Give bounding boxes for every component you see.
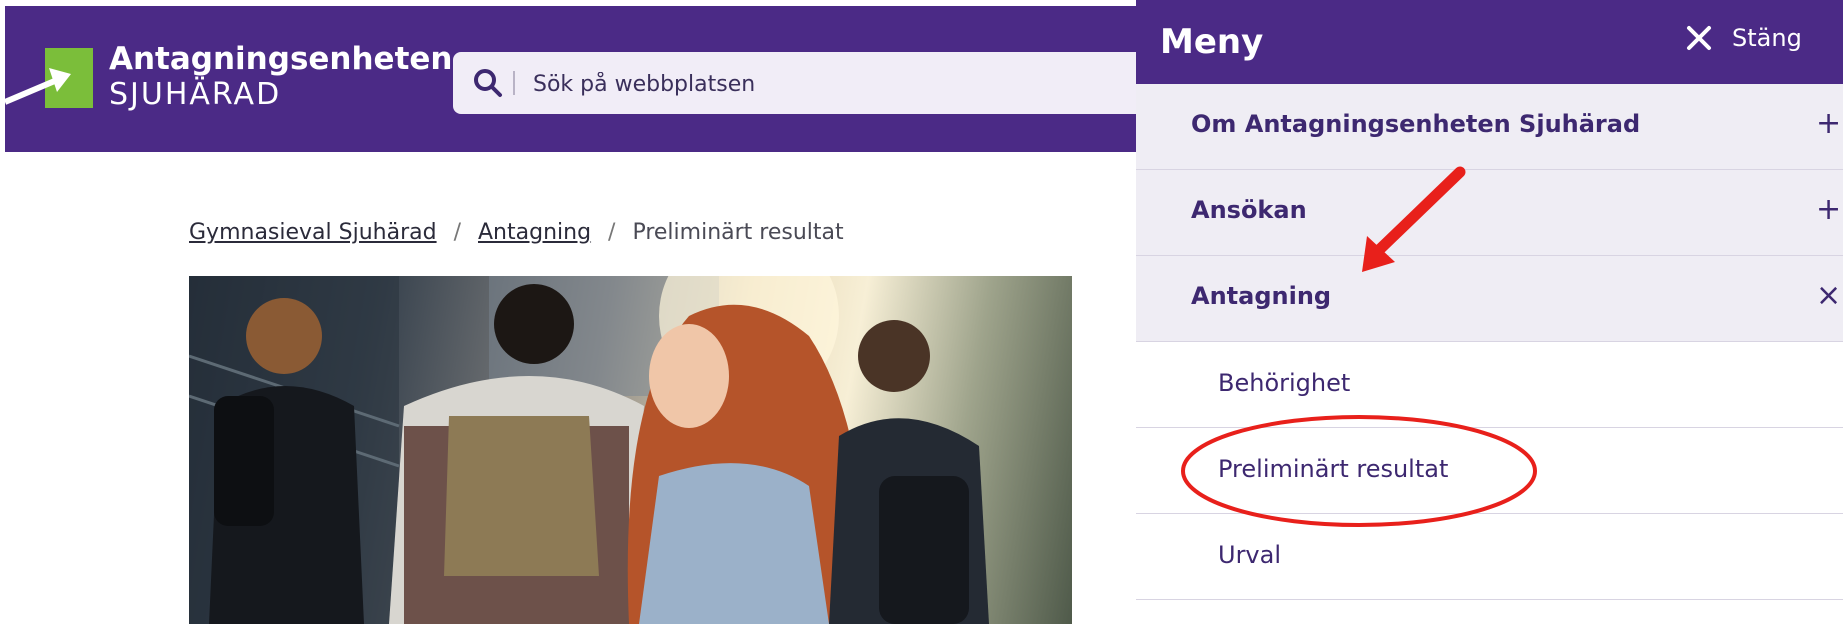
annotation-arrow-icon [1371,166,1466,258]
annotation-circle-icon [1181,415,1537,527]
annotation-overlay [1181,166,1537,527]
